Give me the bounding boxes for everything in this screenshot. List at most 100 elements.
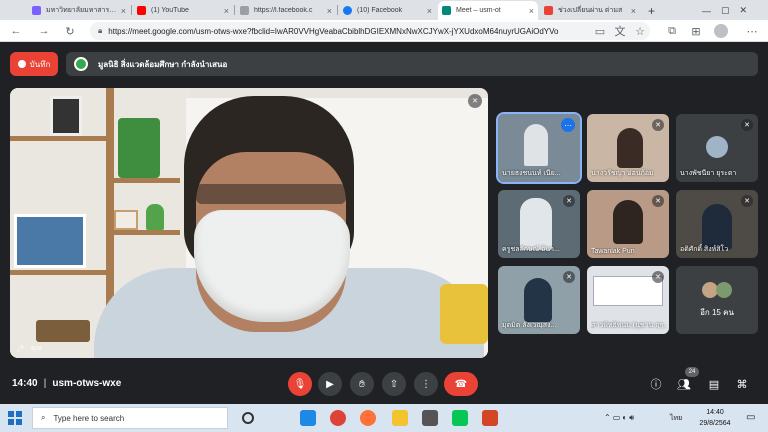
yellow-pillow xyxy=(440,284,488,344)
participant-tile[interactable]: ✕ นางวรัชญา อ่อนก้อม xyxy=(587,114,669,182)
notification-icon[interactable]: ▭ xyxy=(746,412,755,423)
participant-tile[interactable]: ⋯ นายธงชนนท์ เนีย... xyxy=(496,112,582,184)
tab-facebook[interactable]: (10) Facebook × xyxy=(339,1,436,20)
tab-title: https://l.facebook.c xyxy=(254,7,313,14)
people-icon[interactable]: 👥︎ xyxy=(676,376,692,392)
mail-icon[interactable] xyxy=(422,410,438,426)
participant-name: ศาวพิทธิพนม (นุชาน ฤๆ... xyxy=(591,322,667,329)
close-window-icon[interactable]: ✕ xyxy=(740,5,748,16)
extensions-icon[interactable]: ⊞ xyxy=(688,23,704,39)
tab-university[interactable]: มหาวิทยาลัยมหาสารคาม × xyxy=(28,1,130,20)
plant xyxy=(118,118,160,178)
participant-tile[interactable]: ✕ มุดมิต ลังเวณุสง... xyxy=(498,266,580,334)
eyes-shadow xyxy=(196,184,346,204)
close-icon[interactable]: × xyxy=(529,6,534,16)
camera-toggle-button[interactable]: ▶ xyxy=(318,372,342,396)
participant-tile[interactable]: ✕ อดิศักดิ์ สิงห์สิโว xyxy=(676,190,758,258)
windows-start-icon[interactable] xyxy=(8,411,22,425)
participant-name: Tawanlak Pun xyxy=(591,248,635,255)
reload-icon[interactable]: ↻ xyxy=(62,23,78,39)
taskbar-search-box[interactable]: ⌕ Type here to search xyxy=(32,407,228,429)
small-plant xyxy=(146,204,164,230)
presenting-banner[interactable]: มูลนิธิ สิ่งแวดล้อมศึกษา กำลังนำเสนอ xyxy=(66,52,758,76)
record-button[interactable]: บันทึก xyxy=(10,52,58,76)
mic-off-icon: ✕ xyxy=(652,271,664,283)
mic-off-icon: ✕ xyxy=(741,195,753,207)
participant-tile[interactable]: ✕ ครูชลลักษณ์ อินา... xyxy=(498,190,580,258)
edge-icon[interactable] xyxy=(300,410,316,426)
more-options-button[interactable]: ⋮ xyxy=(414,372,438,396)
present-button[interactable]: ⇧ xyxy=(382,372,406,396)
translate-icon[interactable]: 文 xyxy=(612,23,628,39)
profile-avatar[interactable] xyxy=(714,24,728,38)
present-icon: ⇧ xyxy=(389,378,399,390)
back-icon[interactable]: ← xyxy=(8,23,24,39)
mic-off-icon: ✕ xyxy=(563,271,575,283)
forward-icon[interactable]: → xyxy=(36,23,52,39)
windows-taskbar: ⌕ Type here to search ⌃▭◐🔊︎ ไทย 14:40 29… xyxy=(0,404,768,432)
input-language[interactable]: ไทย xyxy=(670,413,682,424)
participant-person xyxy=(520,198,552,250)
line-icon[interactable] xyxy=(452,410,468,426)
new-tab-button[interactable]: + xyxy=(644,1,660,20)
tab-title: ช่วงเปลี่ยนผ่าน ต่ามส xyxy=(558,7,623,14)
participant-name: มุดมิต ลังเวณุสง... xyxy=(502,322,557,329)
hang-up-icon: ☎︎ xyxy=(454,378,468,390)
file-explorer-icon[interactable] xyxy=(392,410,408,426)
mic-off-icon: 🎙︎ xyxy=(293,378,307,390)
raise-hand-button[interactable]: ✋︎ xyxy=(350,372,374,396)
page-icon xyxy=(544,6,553,15)
participant-tile[interactable]: ✕ นางพัชนียา ยุระตา xyxy=(676,114,758,182)
maximize-icon[interactable]: ▢ xyxy=(721,5,730,16)
more-options-icon[interactable]: ⋯ xyxy=(561,118,575,132)
record-icon xyxy=(17,60,26,68)
shelf xyxy=(10,136,106,141)
participant-tile[interactable]: ✕ Tawanlak Pun xyxy=(587,190,669,258)
chrome-icon[interactable] xyxy=(330,410,346,426)
shelf xyxy=(10,270,106,275)
close-icon[interactable]: × xyxy=(121,6,126,16)
leave-call-button[interactable]: ☎︎ xyxy=(444,372,478,396)
taskbar-clock[interactable]: 14:40 29/8/2564 xyxy=(690,407,740,429)
powerpoint-icon[interactable] xyxy=(482,410,498,426)
search-placeholder: Type here to search xyxy=(53,413,125,423)
url-text: https://meet.google.com/usm-otws-wxe?fbc… xyxy=(108,26,559,36)
participant-name: นายธงชนนท์ เนีย... xyxy=(502,170,561,177)
tab-youtube[interactable]: (1) YouTube × xyxy=(133,1,233,20)
address-bar[interactable]: 🔒︎ https://meet.google.com/usm-otws-wxe?… xyxy=(90,22,650,40)
participant-name: ครูชลลักษณ์ อินา... xyxy=(502,246,560,253)
lock-icon: 🔒︎ xyxy=(98,26,103,35)
minimize-icon[interactable]: — xyxy=(702,6,711,16)
hand-icon: ✋︎ xyxy=(359,378,365,390)
participant-tile[interactable]: ✕ ศาวพิทธิพนม (นุชาน ฤๆ... xyxy=(587,266,669,334)
close-icon[interactable]: × xyxy=(427,6,432,16)
menu-icon[interactable]: ⋯ xyxy=(744,23,760,39)
close-icon[interactable]: × xyxy=(631,6,636,16)
close-icon[interactable]: × xyxy=(224,6,229,16)
presenting-text: มูลนิธิ สิ่งแวดล้อมศึกษา กำลังนำเสนอ xyxy=(98,59,228,69)
info-icon[interactable]: ⓘ xyxy=(648,376,664,392)
avatar xyxy=(706,136,728,158)
star-icon[interactable]: ☆ xyxy=(632,23,648,39)
collections-icon[interactable]: ⧉ xyxy=(664,23,680,39)
facebook-icon xyxy=(343,6,352,15)
pin-icon[interactable]: 📌︎ xyxy=(16,345,25,353)
tray-icons[interactable]: ⌃▭◐🔊︎ xyxy=(604,413,636,423)
tab-facebook-link[interactable]: https://l.facebook.c × xyxy=(236,1,336,20)
task-view-icon[interactable] xyxy=(242,412,254,424)
chat-icon[interactable]: ▤ xyxy=(706,376,722,392)
mic-toggle-button[interactable]: 🎙︎ xyxy=(288,372,312,396)
meeting-time: 14:40 xyxy=(12,378,38,389)
tab-article[interactable]: ช่วงเปลี่ยนผ่าน ต่ามส × xyxy=(540,1,640,20)
main-video-tile[interactable]: ✕ 📌︎ คุณ xyxy=(10,88,488,358)
activities-icon[interactable]: ⌘ xyxy=(734,376,750,392)
people-count-badge: 24 xyxy=(685,367,699,377)
tab-favicon xyxy=(32,6,41,15)
firefox-icon[interactable] xyxy=(360,410,376,426)
close-icon[interactable]: × xyxy=(327,6,332,16)
more-vert-icon: ⋮ xyxy=(421,378,431,390)
tab-meet[interactable]: Meet – usm-ot × xyxy=(438,1,538,20)
tab-title: มหาวิทยาลัยมหาสารคาม xyxy=(46,7,118,14)
more-participants-tile[interactable]: อีก 15 คน xyxy=(676,266,758,334)
camera-icon[interactable]: ▭ xyxy=(592,23,608,39)
